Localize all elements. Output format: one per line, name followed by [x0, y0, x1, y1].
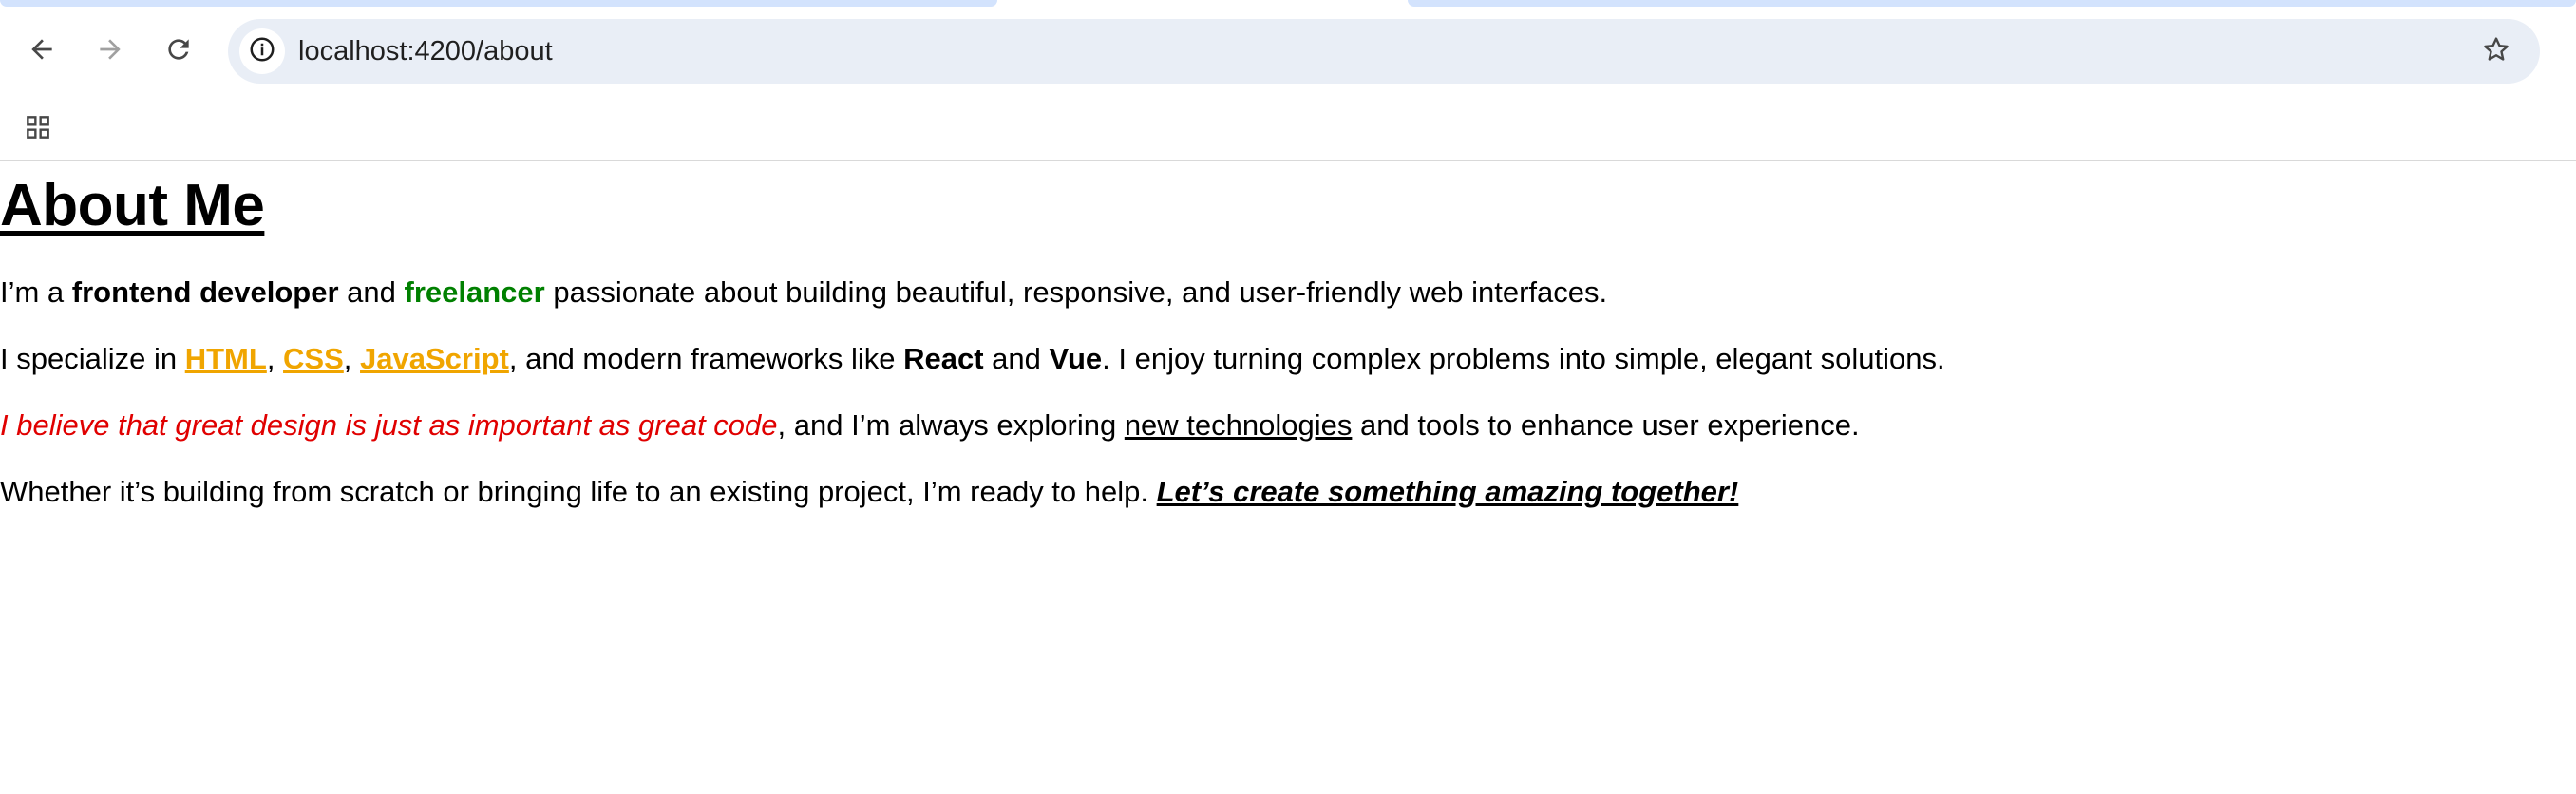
star-icon — [2481, 34, 2511, 69]
bookmarks-bar — [0, 103, 2576, 161]
cta-text: Let’s create something amazing together! — [1156, 475, 1739, 508]
address-bar[interactable]: localhost:4200/about — [228, 19, 2540, 84]
text: , — [266, 342, 284, 375]
forward-button[interactable] — [87, 28, 133, 74]
new-technologies-link[interactable]: new technologies — [1125, 408, 1353, 442]
apps-grid-icon — [23, 112, 53, 147]
reload-icon — [163, 34, 194, 69]
text: and — [983, 342, 1050, 375]
arrow-left-icon — [27, 34, 57, 69]
arrow-right-icon — [95, 34, 125, 69]
text: passionate about building beautiful, res… — [544, 275, 1608, 309]
text: , and I’m always exploring — [777, 408, 1125, 442]
back-button[interactable] — [19, 28, 65, 74]
text: , — [343, 342, 361, 375]
design-quote: I believe that great design is just as i… — [0, 408, 778, 442]
philosophy-paragraph: I believe that great design is just as i… — [0, 406, 1860, 444]
text: , and modern frameworks like — [508, 342, 904, 375]
cta-paragraph: Whether it’s building from scratch or br… — [0, 473, 1738, 511]
text: and — [338, 275, 405, 309]
text: and tools to enhance user experience. — [1352, 408, 1860, 442]
site-info-button[interactable] — [239, 28, 285, 74]
skills-paragraph: I specialize in HTML, CSS, JavaScript, a… — [0, 340, 1945, 378]
react-text: React — [903, 342, 984, 375]
text: I specialize in — [0, 342, 185, 375]
html-link[interactable]: HTML — [185, 342, 267, 375]
javascript-link[interactable]: JavaScript — [360, 342, 509, 375]
text: Whether it’s building from scratch or br… — [0, 475, 1157, 508]
url-text[interactable]: localhost:4200/about — [298, 19, 553, 84]
reload-button[interactable] — [156, 28, 201, 74]
intro-paragraph: I’m a frontend developer and freelancer … — [0, 274, 1607, 312]
text: I’m a — [0, 275, 72, 309]
role-text: frontend developer — [71, 275, 339, 309]
info-icon — [248, 35, 276, 68]
apps-button[interactable] — [19, 110, 57, 148]
freelancer-text: freelancer — [404, 275, 545, 309]
css-link[interactable]: CSS — [283, 342, 344, 375]
text: . I enjoy turning complex problems into … — [1102, 342, 1945, 375]
bookmark-star-button[interactable] — [2473, 28, 2519, 74]
browser-toolbar: localhost:4200/about — [0, 0, 2576, 103]
page-title: About Me — [0, 173, 265, 238]
vue-text: Vue — [1049, 342, 1103, 375]
